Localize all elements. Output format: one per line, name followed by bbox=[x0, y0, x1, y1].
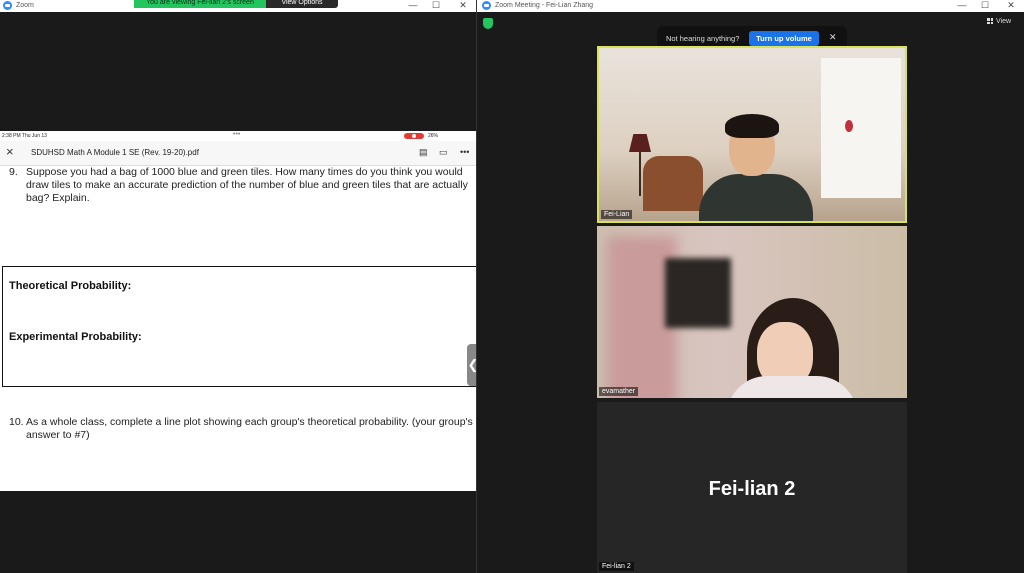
participant-name-label: Fei-lian 2 bbox=[599, 562, 634, 571]
bed-headboard bbox=[643, 156, 703, 211]
recording-indicator-icon bbox=[404, 133, 424, 139]
lamp bbox=[629, 134, 651, 152]
multitask-dots-icon[interactable]: ••• bbox=[233, 131, 240, 138]
ipad-screen: 2:38 PM Thu Jun 13 ••• 26% × SDUHSD Math… bbox=[0, 131, 476, 491]
question-10-text: As a whole class, complete a line plot s… bbox=[26, 416, 473, 441]
shared-screen-window: Zoom You are viewing Fei-lian 2's screen… bbox=[0, 0, 479, 573]
close-button[interactable]: ✕ bbox=[1000, 0, 1022, 12]
left-window-title: Zoom bbox=[16, 2, 34, 9]
maximize-button[interactable]: ☐ bbox=[974, 0, 996, 12]
view-options-button[interactable]: View Options bbox=[266, 0, 338, 8]
question-9-number: 9. bbox=[9, 166, 18, 178]
view-button-label: View bbox=[996, 18, 1012, 25]
more-options-icon[interactable]: ••• bbox=[460, 147, 469, 157]
experimental-probability-label: Experimental Probability: bbox=[9, 331, 142, 343]
lamp-stem bbox=[639, 152, 641, 196]
grid-icon bbox=[987, 18, 993, 24]
view-button[interactable]: View bbox=[987, 18, 1011, 25]
security-shield-icon[interactable] bbox=[483, 18, 493, 29]
participant-hair bbox=[725, 114, 779, 138]
document-icon[interactable]: ▤ bbox=[419, 147, 428, 158]
participant-name-label: evamather bbox=[599, 387, 639, 396]
viewing-screen-banner: You are viewing Fei-lian 2's screen bbox=[134, 0, 266, 8]
ipad-status-bar: 2:38 PM Thu Jun 13 ••• 26% bbox=[0, 131, 476, 141]
probability-box: Theoretical Probability: Experimental Pr… bbox=[2, 266, 476, 387]
meeting-window-title: Zoom Meeting - Fei-Lian Zhang bbox=[495, 2, 594, 9]
zoom-logo-icon bbox=[3, 1, 12, 10]
status-time: 2:38 PM Thu Jun 13 bbox=[2, 133, 47, 139]
participant-display-name: Fei-lian 2 bbox=[708, 478, 796, 500]
toast-close-icon[interactable]: ✕ bbox=[829, 32, 837, 43]
pdf-page: 9. Suppose you had a bag of 1000 blue an… bbox=[0, 166, 476, 491]
close-document-icon[interactable]: × bbox=[6, 144, 14, 159]
question-9-text: Suppose you had a bag of 1000 blue and g… bbox=[26, 166, 468, 204]
maximize-button[interactable]: ☐ bbox=[425, 0, 447, 12]
zoom-logo-icon bbox=[482, 1, 491, 10]
minimize-button[interactable]: — bbox=[951, 0, 973, 12]
turn-up-volume-button[interactable]: Turn up volume bbox=[749, 31, 819, 46]
right-titlebar: Zoom Meeting - Fei-Lian Zhang — ☐ ✕ bbox=[477, 0, 1024, 12]
video-tile-evamather[interactable]: evamather bbox=[597, 226, 907, 398]
video-tile-fei-lian-2[interactable]: Fei-lian 2 Fei-lian 2 bbox=[597, 402, 907, 573]
video-tile-fei-lian[interactable]: Fei-Lian bbox=[597, 46, 907, 223]
meeting-window: Zoom Meeting - Fei-Lian Zhang — ☐ ✕ View… bbox=[476, 0, 1024, 573]
battery-level: 26% bbox=[428, 133, 439, 139]
document-toolbar: × SDUHSD Math A Module 1 SE (Rev. 19-20)… bbox=[0, 141, 476, 166]
left-titlebar: Zoom You are viewing Fei-lian 2's screen… bbox=[0, 0, 476, 12]
red-lantern bbox=[845, 120, 853, 132]
theoretical-probability-label: Theoretical Probability: bbox=[9, 280, 132, 292]
document-title: SDUHSD Math A Module 1 SE (Rev. 19-20).p… bbox=[31, 148, 199, 157]
toast-message: Not hearing anything? bbox=[666, 34, 740, 43]
participant-name-label: Fei-Lian bbox=[601, 210, 633, 219]
participant-body bbox=[699, 174, 813, 221]
background-window bbox=[821, 58, 901, 198]
background-painting bbox=[665, 258, 731, 328]
minimize-button[interactable]: — bbox=[402, 0, 424, 12]
annotate-icon[interactable]: ▭ bbox=[439, 147, 448, 158]
close-button[interactable]: ✕ bbox=[452, 0, 474, 12]
question-10-number: 10. bbox=[9, 416, 24, 428]
